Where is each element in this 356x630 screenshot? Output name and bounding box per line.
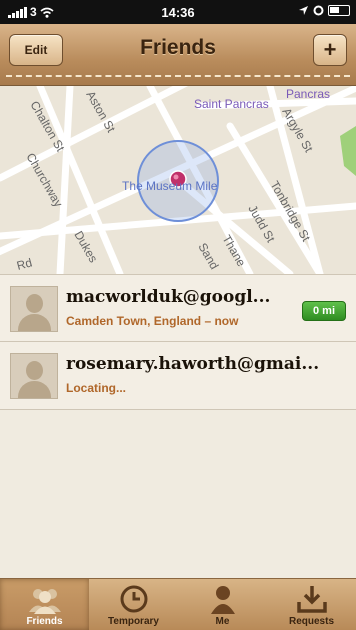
tab-label: Me	[215, 616, 230, 627]
tab-bar: Friends Temporary Me Requests	[0, 578, 356, 630]
tab-label: Requests	[288, 616, 334, 627]
tab-temporary[interactable]: Temporary	[89, 579, 178, 630]
add-friend-button[interactable]: +	[313, 34, 347, 66]
street-label: The Museum Mile	[122, 179, 218, 193]
page-title: Friends	[140, 36, 216, 59]
tab-label: Friends	[26, 616, 63, 627]
friends-icon	[28, 589, 61, 614]
friend-name: macworlduk@googl...	[66, 287, 271, 307]
friends-list: macworlduk@googl... Camden Town, England…	[0, 274, 356, 410]
person-icon	[210, 586, 235, 614]
street-label: Saint Pancras	[194, 97, 269, 111]
tab-requests[interactable]: Requests	[267, 579, 356, 630]
status-indicators	[298, 5, 350, 16]
status-bar: 3 14:36	[0, 0, 356, 24]
friend-location: Camden Town, England – now	[66, 314, 239, 328]
alarm-icon	[313, 5, 324, 16]
clock-icon	[120, 585, 147, 613]
tab-me[interactable]: Me	[178, 579, 267, 630]
map-canvas[interactable]: Chalton St Churchway Dukes Rd Aston St S…	[0, 86, 356, 274]
friend-name: rosemary.haworth@gmai...	[66, 354, 320, 374]
location-arrow-icon	[299, 6, 308, 15]
tab-label: Temporary	[108, 616, 159, 627]
friend-row[interactable]: rosemary.haworth@gmai... Locating...	[0, 342, 356, 410]
battery-icon	[328, 5, 350, 16]
avatar	[10, 286, 58, 332]
stitch-divider	[6, 75, 350, 77]
tab-friends[interactable]: Friends	[0, 579, 89, 630]
map-view[interactable]: Chalton St Churchway Dukes Rd Aston St S…	[0, 86, 356, 274]
street-label: Pancras	[286, 87, 330, 101]
nav-bar: Edit Friends +	[0, 24, 356, 86]
friend-location: Locating...	[66, 381, 126, 395]
friend-row[interactable]: macworlduk@googl... Camden Town, England…	[0, 274, 356, 342]
distance-badge: 0 mi	[302, 301, 346, 321]
inbox-download-icon	[296, 586, 327, 613]
avatar	[10, 353, 58, 399]
